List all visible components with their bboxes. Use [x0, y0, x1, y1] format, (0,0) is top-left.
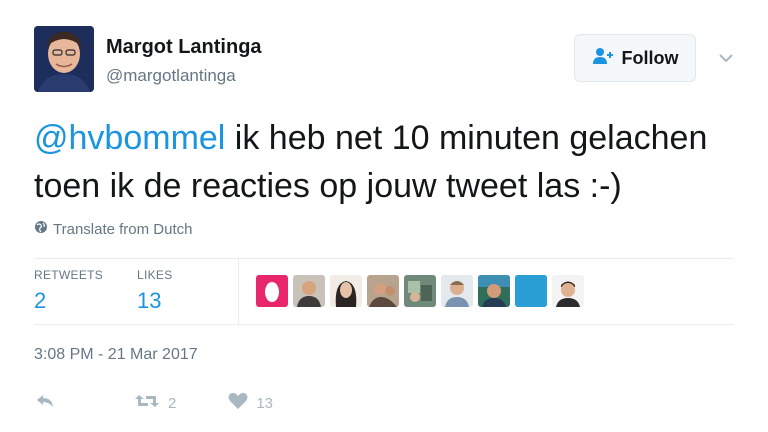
liker-avatar[interactable] [293, 275, 325, 307]
retweet-count: 2 [168, 394, 177, 412]
translate-label: Translate from Dutch [53, 220, 193, 238]
add-user-icon [592, 47, 614, 70]
liker-avatar[interactable] [515, 275, 547, 307]
follow-button-label: Follow [621, 47, 679, 68]
liker-avatar[interactable] [256, 275, 288, 307]
action-bar: 2 13 [34, 392, 273, 414]
retweets-stat[interactable]: RETWEETS 2 [34, 268, 103, 314]
chevron-down-icon[interactable] [716, 48, 736, 68]
liker-avatar[interactable] [552, 275, 584, 307]
tweet-card: Margot Lantinga @margotlantinga Follow @… [0, 0, 768, 432]
translate-link[interactable]: Translate from Dutch [34, 220, 193, 238]
reply-button[interactable] [34, 392, 56, 414]
avatar[interactable] [34, 26, 94, 92]
likes-count: 13 [137, 288, 162, 313]
likes-stat[interactable]: LIKES 13 [137, 268, 173, 314]
retweets-count: 2 [34, 288, 47, 313]
retweet-icon [134, 392, 160, 414]
likes-label: LIKES [137, 268, 173, 282]
liker-avatar[interactable] [367, 275, 399, 307]
heart-icon [228, 392, 248, 414]
divider [34, 258, 734, 259]
tweet-text: @hvbommel ik heb net 10 minuten gelachen… [34, 114, 734, 210]
retweet-button[interactable]: 2 [134, 392, 176, 414]
user-name[interactable]: Margot Lantinga [106, 36, 262, 59]
liker-avatar[interactable] [478, 275, 510, 307]
liker-avatar[interactable] [441, 275, 473, 307]
like-button[interactable]: 13 [228, 392, 273, 414]
globe-icon [34, 220, 48, 238]
liker-avatar[interactable] [330, 275, 362, 307]
user-handle[interactable]: @margotlantinga [106, 66, 236, 86]
divider [34, 324, 734, 325]
like-count: 13 [256, 394, 274, 412]
stats-divider [238, 258, 239, 324]
likers-list [256, 275, 584, 307]
retweets-label: RETWEETS [34, 268, 104, 282]
reply-icon [34, 392, 56, 414]
mention-link[interactable]: @hvbommel [34, 119, 225, 157]
timestamp[interactable]: 3:08 PM - 21 Mar 2017 [34, 346, 198, 364]
liker-avatar[interactable] [404, 275, 436, 307]
follow-button[interactable]: Follow [574, 34, 696, 82]
